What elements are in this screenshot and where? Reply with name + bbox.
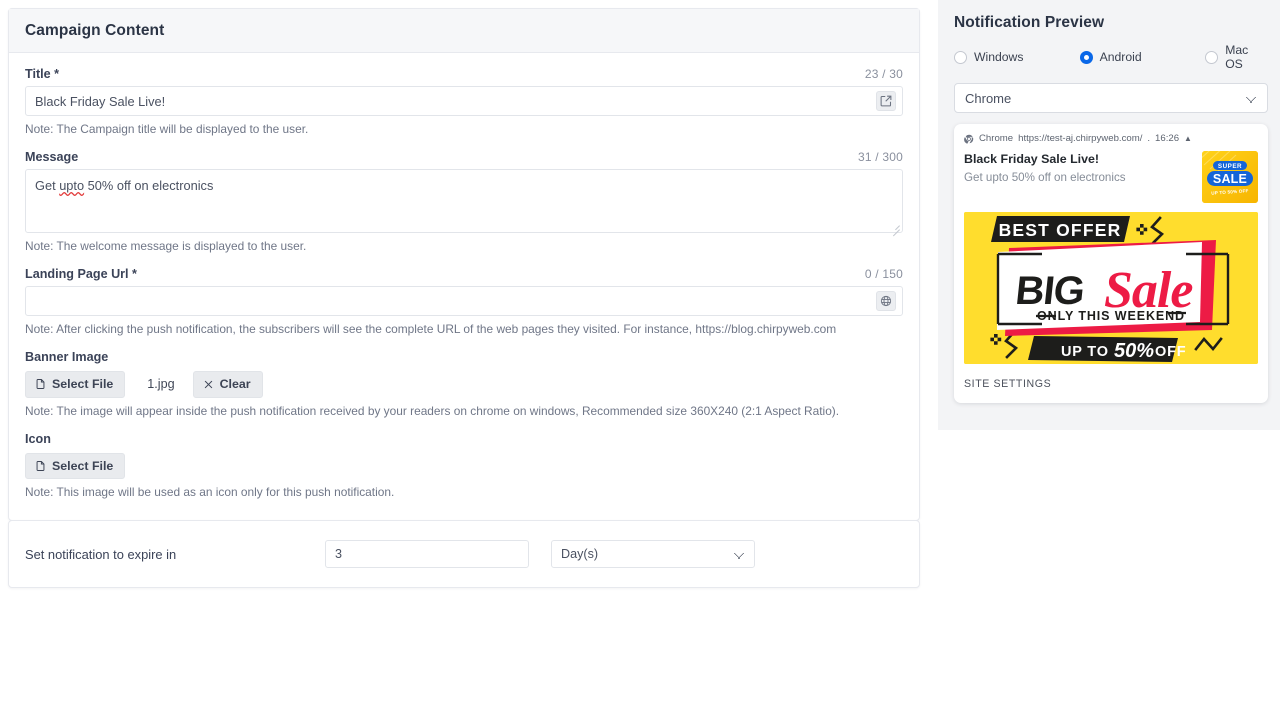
- banner-file-name: 1.jpg: [147, 377, 175, 392]
- url-input-wrap: [25, 286, 903, 317]
- notification-time: 16:26: [1155, 133, 1180, 144]
- notification-preview-panel: Notification Preview Windows Android Mac…: [938, 0, 1280, 430]
- svg-text:BEST OFFER: BEST OFFER: [999, 220, 1122, 240]
- svg-text:SALE: SALE: [1213, 172, 1247, 186]
- svg-text:ONLY THIS WEEKEND: ONLY THIS WEEKEND: [1037, 309, 1185, 323]
- url-field-group: Landing Page Url * 0 / 150 Note: After c…: [25, 267, 903, 337]
- message-text-prefix: Get: [35, 178, 60, 194]
- expire-unit-select[interactable]: Day(s): [551, 540, 755, 568]
- notification-card: Chrome https://test-aj.chirpyweb.com/ . …: [954, 124, 1268, 403]
- notification-body: Black Friday Sale Live! Get upto 50% off…: [964, 151, 1258, 203]
- message-label: Message: [25, 150, 79, 165]
- title-counter: 23 / 30: [864, 67, 903, 81]
- message-textarea[interactable]: Get upto 50% off on electronics: [25, 169, 903, 234]
- icon-image-label: Icon: [25, 431, 51, 446]
- title-label-row: Title * 23 / 30: [25, 67, 903, 81]
- radio-icon: [954, 50, 967, 64]
- card-header-title: Campaign Content: [9, 9, 919, 53]
- platform-label-macos: Mac OS: [1225, 43, 1249, 71]
- card-body: Title * 23 / 30 Note: The: [9, 53, 919, 520]
- platform-label-android: Android: [1099, 50, 1142, 64]
- radio-icon: [1205, 50, 1219, 64]
- notification-source-browser: Chrome: [979, 133, 1014, 144]
- svg-text:UP TO: UP TO: [1061, 344, 1109, 360]
- banner-clear-button[interactable]: Clear: [192, 371, 263, 398]
- banner-file-row: Select File 1.jpg Clear: [25, 371, 903, 398]
- platform-label-windows: Windows: [974, 50, 1024, 64]
- message-counter: 31 / 300: [858, 150, 903, 165]
- svg-text:SUPER: SUPER: [1218, 163, 1242, 170]
- message-label-row: Message 31 / 300: [25, 150, 903, 164]
- title-label: Title *: [25, 67, 60, 81]
- chevron-up-icon[interactable]: ▲: [1184, 134, 1192, 143]
- browser-select[interactable]: Chrome: [954, 83, 1268, 113]
- icon-file-row: Select File: [25, 452, 903, 480]
- file-icon: [35, 378, 46, 390]
- url-note: Note: After clicking the push notificati…: [25, 322, 837, 337]
- notification-separator: .: [1147, 133, 1151, 144]
- notification-source-row: Chrome https://test-aj.chirpyweb.com/ . …: [964, 133, 1258, 144]
- icon-image-note: Note: This image will be used as an icon…: [25, 485, 395, 500]
- title-input[interactable]: [25, 86, 903, 116]
- preview-panel-title: Notification Preview: [954, 14, 1105, 31]
- title-note: Note: The Campaign title will be display…: [25, 122, 309, 136]
- icon-select-file-button[interactable]: Select File: [25, 452, 126, 480]
- title-field-group: Title * 23 / 30 Note: The: [25, 67, 903, 137]
- notification-source-url: https://test-aj.chirpyweb.com/: [1018, 133, 1143, 144]
- message-text-misspelled: upto: [59, 178, 85, 194]
- campaign-content-card: Campaign Content Title * 23 / 30 Black F…: [8, 8, 920, 522]
- banner-select-file-button[interactable]: Select File: [25, 371, 126, 398]
- url-label: Landing Page Url *: [25, 267, 137, 282]
- url-counter: 0 / 150: [864, 267, 903, 282]
- super-sale-icon-art: SUPER SALE UP TO 50% OFF: [1202, 151, 1258, 203]
- notification-icon-thumbnail: SUPER SALE UP TO 50% OFF: [1202, 151, 1258, 203]
- expire-value-input[interactable]: [325, 540, 529, 568]
- site-settings-link[interactable]: SITE SETTINGS: [964, 378, 1258, 390]
- landing-page-url-input[interactable]: [25, 286, 903, 317]
- svg-text:BIG: BIG: [1013, 269, 1086, 313]
- platform-radio-windows[interactable]: Windows: [954, 50, 1080, 64]
- radio-selected-icon: [1079, 50, 1093, 64]
- svg-text:50%: 50%: [1114, 340, 1154, 362]
- banner-select-file-label: Select File: [52, 377, 114, 392]
- icon-image-group: Icon Select File Note: This image will b…: [25, 432, 903, 500]
- title-input-wrap: [25, 86, 903, 116]
- banner-clear-label: Clear: [219, 377, 251, 392]
- platform-radio-android[interactable]: Android: [1079, 50, 1206, 64]
- banner-image-group: Banner Image Select File 1.jpg Clear Not…: [25, 350, 903, 418]
- banner-image-label: Banner Image: [25, 350, 109, 365]
- notification-banner-image: BEST OFFER BIG Sale ONLY THIS WEEKEND UP…: [964, 212, 1258, 364]
- platform-radio-group: Windows Android Mac OS: [954, 43, 1268, 71]
- message-field-group: Message 31 / 300 Get upto 50% off on ele…: [25, 150, 903, 254]
- expire-label: Set notification to expire in: [25, 546, 177, 562]
- icon-select-file-label: Select File: [52, 458, 114, 473]
- url-label-row: Landing Page Url * 0 / 150: [25, 267, 903, 281]
- platform-radio-macos[interactable]: Mac OS: [1205, 43, 1268, 71]
- big-sale-banner-art: BEST OFFER BIG Sale ONLY THIS WEEKEND UP…: [964, 212, 1258, 364]
- message-note: Note: The welcome message is displayed t…: [25, 239, 307, 254]
- notification-text-block: Black Friday Sale Live! Get upto 50% off…: [964, 151, 1194, 184]
- notification-message: Get upto 50% off on electronics: [964, 171, 1126, 184]
- expire-settings-card: Set notification to expire in Day(s): [8, 520, 920, 588]
- campaign-content-column: Campaign Content Title * 23 / 30 Black F…: [8, 8, 920, 522]
- message-textarea-wrap: Get upto 50% off on electronics: [25, 169, 903, 237]
- page-root: Campaign Content Title * 23 / 30 Black F…: [0, 0, 1280, 720]
- message-text-suffix: 50% off on electronics: [84, 178, 214, 194]
- notification-title: Black Friday Sale Live!: [964, 152, 1099, 166]
- file-icon: [35, 460, 46, 472]
- globe-icon[interactable]: [876, 291, 896, 312]
- banner-image-note: Note: The image will appear inside the p…: [25, 403, 840, 418]
- chrome-icon: [964, 134, 974, 144]
- edit-square-icon[interactable]: [876, 91, 896, 111]
- svg-text:OFF: OFF: [1155, 344, 1186, 360]
- close-icon: [203, 379, 214, 390]
